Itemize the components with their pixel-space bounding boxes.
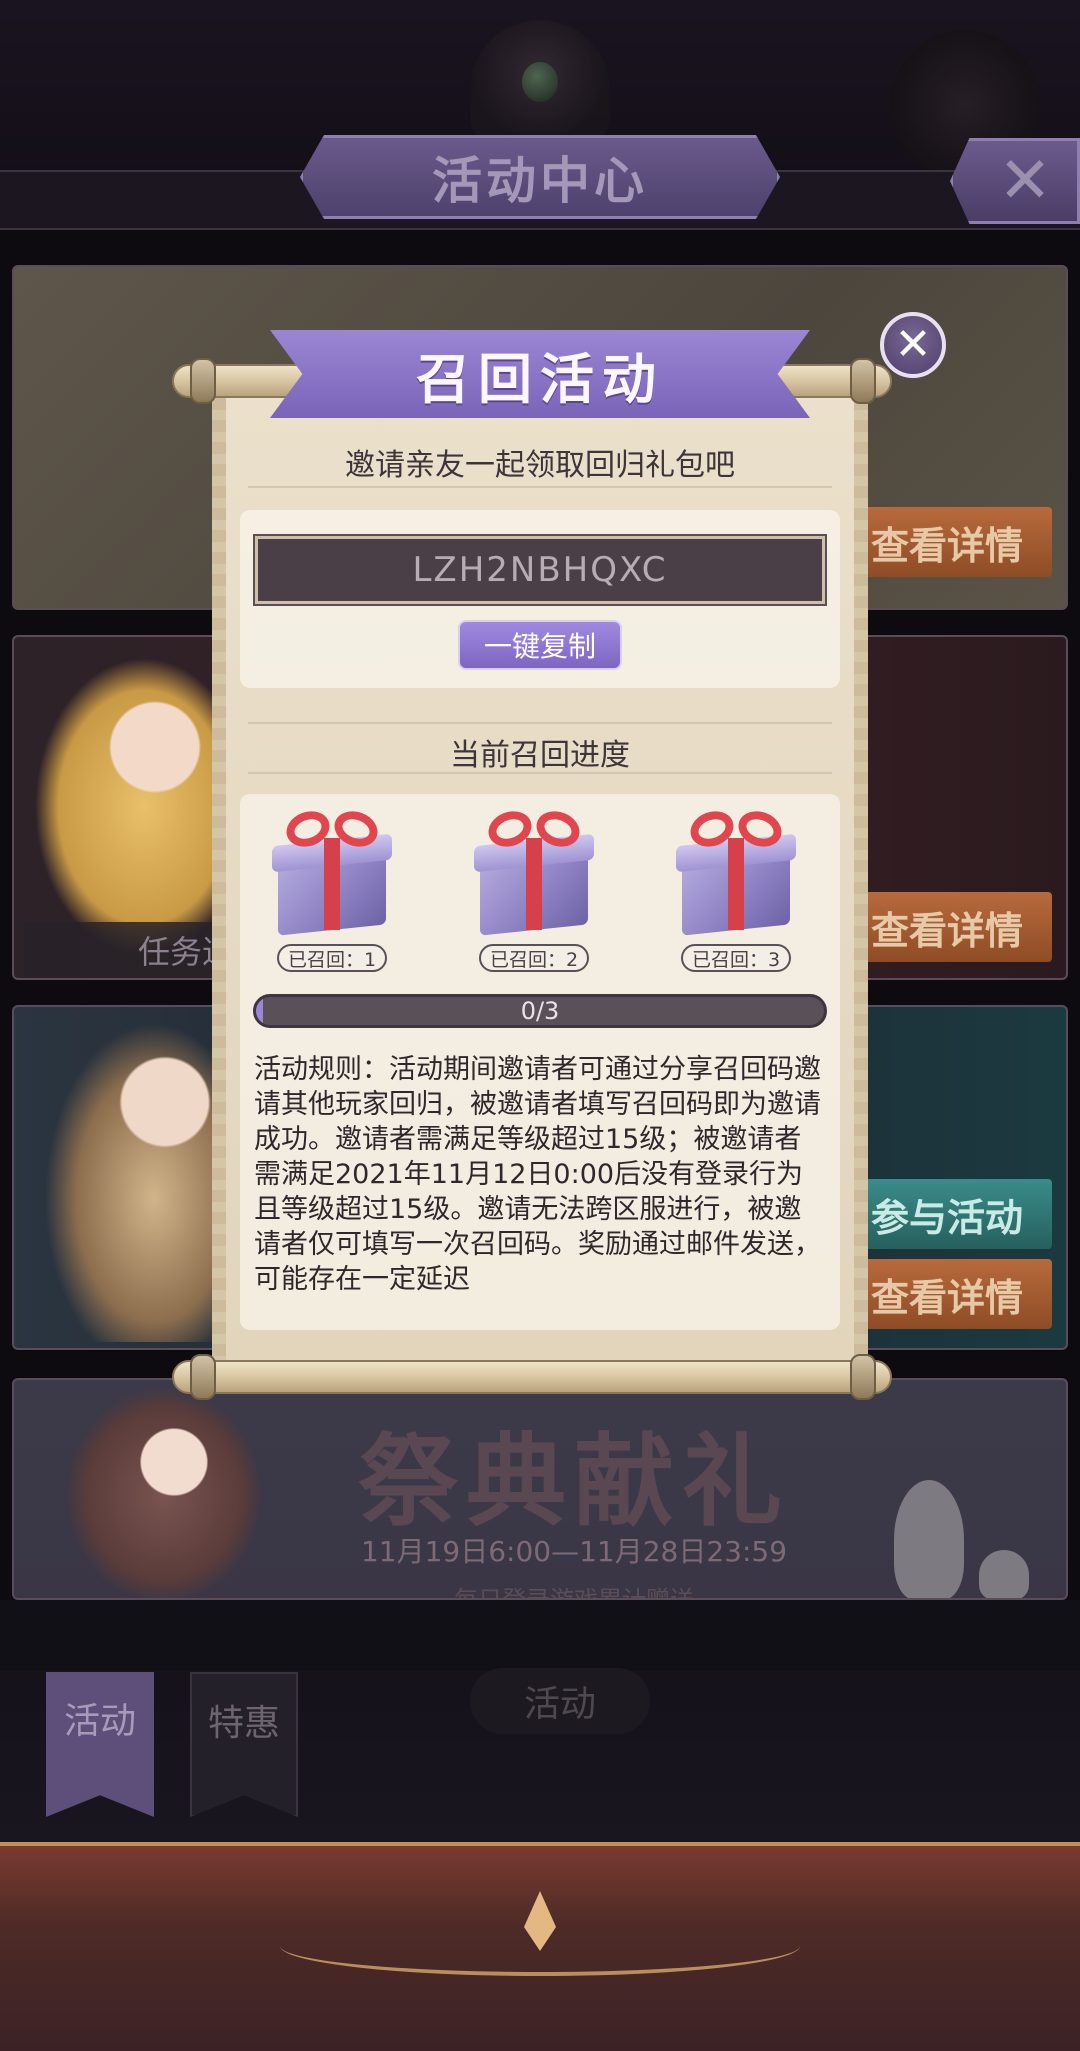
reward-tier-label: 已召回：3 [681,944,791,972]
festival-date: 11月19日6:00—11月28日23:59 [360,1535,788,1568]
modal-close-button[interactable]: ✕ [880,312,946,378]
modal-subtitle: 邀请亲友一起领取回归礼包吧 [248,432,832,488]
invite-code-value: LZH2NBHQXC [412,550,668,590]
gift-box-icon[interactable] [474,805,594,936]
tab-activity[interactable]: 活动 [46,1672,154,1817]
modal-title: 召回活动 [416,346,664,411]
view-details-button[interactable]: 查看详情 [842,1259,1052,1329]
footer-ornament-bar [0,1842,1080,2051]
reward-tier-label: 已召回：1 [277,944,387,972]
copy-code-button[interactable]: 一键复制 [458,620,622,670]
modal-title-ribbon: 召回活动 [270,330,810,418]
ferret-illustration [894,1480,964,1598]
festival-banner-card[interactable]: 祭典献礼 11月19日6:00—11月28日23:59 每日登录游戏累计赠送 [12,1378,1068,1600]
scroll-rod-end [850,358,876,404]
view-details-button[interactable]: 查看详情 [842,892,1052,962]
nav-center-label: 活动 [470,1668,650,1734]
gift-box-icon[interactable] [272,805,392,936]
festival-subtitle: 每日登录游戏累计赠送 [454,1586,694,1600]
page-title-banner: 活动中心 [300,135,780,219]
view-details-button[interactable]: 查看详情 [842,507,1052,577]
gift-box-icon[interactable] [676,805,796,936]
page-title: 活动中心 [432,151,648,210]
invite-code-field[interactable]: LZH2NBHQXC [253,534,827,606]
festival-title: 祭典献礼 [358,1422,790,1540]
bottom-strip [0,1600,1080,1670]
close-icon: ✕ [894,319,932,370]
recall-progress-bar: 0/3 [253,994,827,1028]
progress-text: 0/3 [520,997,560,1025]
scroll-rod-end [190,358,216,404]
scroll-rod-end [850,1354,876,1400]
reward-tier-label: 已召回：2 [479,944,589,972]
join-activity-button[interactable]: 参与活动 [842,1179,1052,1249]
close-icon: ✕ [998,144,1052,218]
scroll-rod-bottom [172,1360,892,1394]
scroll-rod-end [190,1354,216,1400]
ferret-illustration [979,1550,1029,1598]
page-close-button[interactable]: ✕ [950,138,1080,224]
character-portrait [64,1385,264,1598]
progress-section-title: 当前召回进度 [248,722,832,774]
activity-rules-text: 活动规则：活动期间邀请者可通过分享召回码邀请其他玩家回归，被邀请者填写召回码即为… [254,1054,821,1295]
tab-special-offer[interactable]: 特惠 [190,1672,298,1817]
